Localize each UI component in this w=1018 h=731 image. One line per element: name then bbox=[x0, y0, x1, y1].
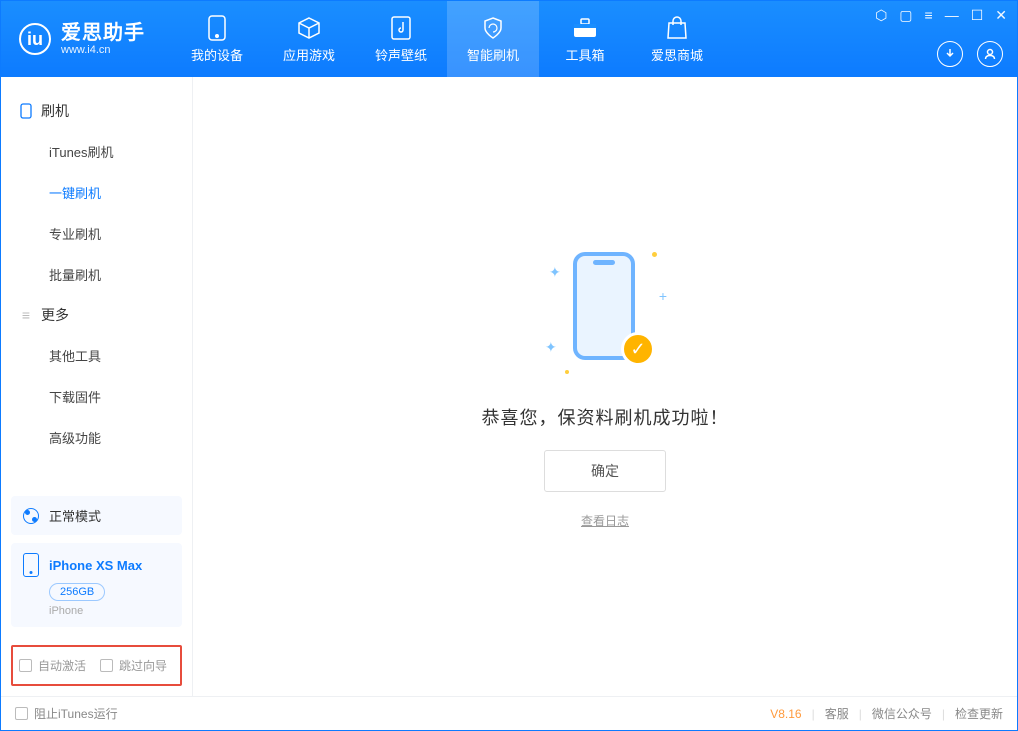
shirt-icon[interactable]: ⬡ bbox=[875, 7, 887, 24]
music-doc-icon bbox=[388, 15, 414, 41]
mode-label: 正常模式 bbox=[49, 506, 101, 525]
toolbox-icon bbox=[572, 15, 598, 41]
sidebar-item-itunes-flash[interactable]: iTunes刷机 bbox=[1, 131, 192, 172]
body: 刷机 iTunes刷机 一键刷机 专业刷机 批量刷机 ≡ 更多 其他工具 下载固… bbox=[1, 77, 1017, 696]
app-window: iu 爱思助手 www.i4.cn 我的设备 应用游戏 铃声壁纸 智能刷机 bbox=[0, 0, 1018, 731]
tab-store[interactable]: 爱思商城 bbox=[631, 1, 723, 77]
link-check-update[interactable]: 检查更新 bbox=[955, 705, 1003, 722]
dot-icon bbox=[652, 252, 657, 257]
checkbox-skip-guide[interactable]: 跳过向导 bbox=[100, 657, 167, 674]
tab-toolbox[interactable]: 工具箱 bbox=[539, 1, 631, 77]
dot-icon bbox=[565, 370, 569, 374]
mode-icon bbox=[23, 508, 39, 524]
checkbox-block-itunes[interactable]: 阻止iTunes运行 bbox=[15, 705, 118, 722]
view-log-link[interactable]: 查看日志 bbox=[581, 512, 629, 529]
sidebar-group-flash: 刷机 bbox=[1, 91, 192, 131]
sparkle-icon: ✦ bbox=[545, 339, 557, 356]
tab-apps-games[interactable]: 应用游戏 bbox=[263, 1, 355, 77]
minimize-button[interactable]: — bbox=[945, 7, 959, 24]
sparkle-icon: ✦ bbox=[549, 264, 561, 281]
storage-badge: 256GB bbox=[49, 583, 105, 601]
link-support[interactable]: 客服 bbox=[825, 705, 849, 722]
maximize-button[interactable]: ☐ bbox=[971, 7, 984, 24]
checkbox-icon bbox=[100, 659, 113, 672]
version-label: V8.16 bbox=[770, 707, 801, 721]
link-wechat[interactable]: 微信公众号 bbox=[872, 705, 932, 722]
bag-icon bbox=[664, 15, 690, 41]
nav-tabs: 我的设备 应用游戏 铃声壁纸 智能刷机 工具箱 爱思商城 bbox=[171, 1, 723, 77]
device-icon bbox=[204, 15, 230, 41]
shield-sync-icon bbox=[480, 15, 506, 41]
success-message: 恭喜您，保资料刷机成功啦！ bbox=[482, 404, 729, 430]
statusbar: 阻止iTunes运行 V8.16 | 客服 | 微信公众号 | 检查更新 bbox=[1, 696, 1017, 730]
tab-ringtone-wallpaper[interactable]: 铃声壁纸 bbox=[355, 1, 447, 77]
menu-icon[interactable]: ≡ bbox=[925, 7, 933, 24]
options-box: 自动激活 跳过向导 bbox=[11, 645, 182, 686]
brand-name: 爱思助手 bbox=[61, 22, 145, 44]
device-icon bbox=[23, 553, 39, 577]
sparkle-icon: + bbox=[659, 288, 667, 304]
account-button[interactable] bbox=[977, 41, 1003, 67]
window-controls: ⬡ ▢ ≡ — ☐ ✕ bbox=[875, 7, 1007, 24]
feedback-icon[interactable]: ▢ bbox=[899, 7, 912, 24]
sidebar-item-advanced[interactable]: 高级功能 bbox=[1, 417, 192, 458]
sidebar-item-batch-flash[interactable]: 批量刷机 bbox=[1, 254, 192, 295]
brand-url: www.i4.cn bbox=[61, 44, 145, 56]
sidebar-item-other-tools[interactable]: 其他工具 bbox=[1, 335, 192, 376]
brand: iu 爱思助手 www.i4.cn bbox=[1, 1, 163, 77]
ok-button[interactable]: 确定 bbox=[544, 450, 666, 492]
sidebar-item-download-firmware[interactable]: 下载固件 bbox=[1, 376, 192, 417]
sidebar-group-more: ≡ 更多 bbox=[1, 295, 192, 335]
cube-icon bbox=[296, 15, 322, 41]
tab-smart-flash[interactable]: 智能刷机 bbox=[447, 1, 539, 77]
tab-my-device[interactable]: 我的设备 bbox=[171, 1, 263, 77]
success-illustration: ✦ ✦ + ✓ bbox=[535, 244, 675, 384]
sidebar: 刷机 iTunes刷机 一键刷机 专业刷机 批量刷机 ≡ 更多 其他工具 下载固… bbox=[1, 77, 193, 696]
phone-icon bbox=[19, 104, 33, 118]
checkbox-icon bbox=[15, 707, 28, 720]
main-content: ✦ ✦ + ✓ 恭喜您，保资料刷机成功啦！ 确定 查看日志 bbox=[193, 77, 1017, 696]
checkbox-auto-activate[interactable]: 自动激活 bbox=[19, 657, 86, 674]
close-button[interactable]: ✕ bbox=[995, 7, 1007, 24]
sidebar-item-oneclick-flash[interactable]: 一键刷机 bbox=[1, 172, 192, 213]
list-icon: ≡ bbox=[19, 308, 33, 322]
app-logo-icon: iu bbox=[19, 23, 51, 55]
mode-card[interactable]: 正常模式 bbox=[11, 496, 182, 535]
titlebar: iu 爱思助手 www.i4.cn 我的设备 应用游戏 铃声壁纸 智能刷机 bbox=[1, 1, 1017, 77]
download-button[interactable] bbox=[937, 41, 963, 67]
device-name: iPhone XS Max bbox=[49, 558, 142, 573]
sidebar-item-pro-flash[interactable]: 专业刷机 bbox=[1, 213, 192, 254]
device-card[interactable]: iPhone XS Max 256GB iPhone bbox=[11, 543, 182, 627]
check-badge-icon: ✓ bbox=[621, 332, 655, 366]
checkbox-icon bbox=[19, 659, 32, 672]
device-type: iPhone bbox=[49, 605, 170, 617]
